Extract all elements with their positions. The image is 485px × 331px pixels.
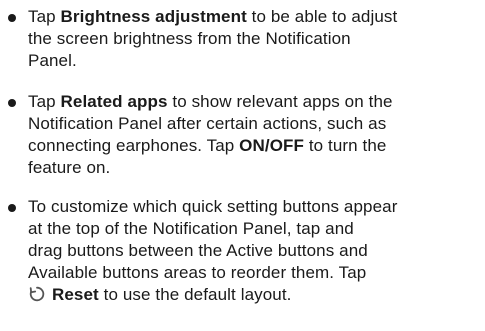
list-item-text: To customize which quick setting buttons… [28, 196, 483, 306]
text-line: Panel. [28, 51, 77, 70]
reset-icon [29, 286, 45, 302]
bullet-dot [8, 204, 16, 212]
bold-term-reset: Reset [52, 285, 99, 304]
text-line: Reset to use the default layout. [28, 284, 483, 306]
text-line: Notification Panel after certain actions… [28, 114, 387, 133]
bold-term-related-apps: Related apps [60, 92, 168, 111]
bold-term-on-off: ON/OFF [239, 136, 304, 155]
list-item-text: Tap Brightness adjustment to be able to … [28, 6, 483, 72]
text-line: drag buttons between the Active buttons … [28, 241, 368, 260]
text-line: connecting earphones. Tap ON/OFF to turn… [28, 135, 483, 157]
bullet-dot [8, 14, 16, 22]
text-run: connecting earphones. Tap [28, 136, 240, 155]
text-run: Tap [28, 7, 61, 26]
text-run: to show relevant apps on the [167, 92, 393, 111]
text-run: to use the default layout. [98, 285, 292, 304]
text-line: Tap Related apps to show relevant apps o… [28, 91, 483, 113]
text-run: to be able to adjust [246, 7, 398, 26]
text-line: the screen brightness from the Notificat… [28, 29, 351, 48]
text-line: Available buttons areas to reorder them.… [28, 263, 367, 282]
instructions-document: Tap Brightness adjustment to be able to … [0, 0, 485, 331]
bullet-dot [8, 99, 16, 107]
list-item-text: Tap Related apps to show relevant apps o… [28, 91, 483, 179]
text-run: to turn the [304, 136, 387, 155]
text-line: Tap Brightness adjustment to be able to … [28, 6, 483, 28]
bold-term-brightness-adjustment: Brightness adjustment [60, 7, 247, 26]
text-line: at the top of the Notification Panel, ta… [28, 219, 354, 238]
text-line: To customize which quick setting buttons… [28, 197, 398, 216]
text-line: feature on. [28, 158, 111, 177]
text-run: Tap [28, 92, 61, 111]
